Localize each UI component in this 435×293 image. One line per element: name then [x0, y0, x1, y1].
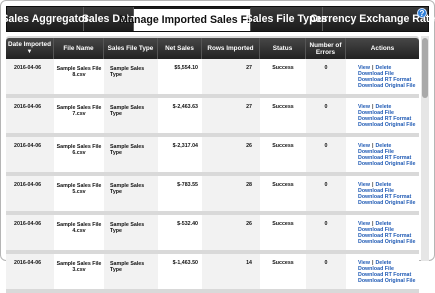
cell-actions: View | Delete Download File Download RT Fo… — [346, 254, 419, 293]
cell-file-name: Sample Sales File 5.csv — [54, 176, 104, 215]
cell-date-imported: 2016-04-06 — [6, 176, 54, 215]
download-original-file-link[interactable]: Download Original File — [358, 239, 418, 246]
tab-currency-exchange-rates[interactable]: Currency Exchange Rates — [310, 7, 435, 31]
table-header-row: Date Imported ▼ File Name Sales File Typ… — [6, 38, 419, 59]
cell-number-of-errors: 0 — [306, 176, 346, 215]
cell-actions: View | Delete Download File Download RT Fo… — [346, 59, 419, 98]
cell-number-of-errors: 0 — [306, 59, 346, 98]
cell-rows-imported: 28 — [202, 176, 260, 215]
cell-actions: View | Delete Download File Download RT Fo… — [346, 137, 419, 176]
cell-file-name: Sample Sales File 3.csv — [54, 254, 104, 293]
cell-sales-file-type: Sample Sales Type — [104, 254, 158, 293]
cell-net-sales: $-2,317.04 — [158, 137, 202, 176]
cell-file-name: Sample Sales File 8.csv — [54, 59, 104, 98]
cell-number-of-errors: 0 — [306, 215, 346, 254]
column-header-label: Date Imported — [8, 41, 51, 48]
column-header-file-name[interactable]: File Name — [54, 38, 104, 59]
vertical-scrollbar[interactable] — [421, 36, 429, 261]
sort-descending-icon[interactable]: ▼ — [27, 49, 33, 55]
cell-sales-file-type: Sample Sales Type — [104, 98, 158, 137]
cell-rows-imported: 14 — [202, 254, 260, 293]
download-original-file-link[interactable]: Download Original File — [358, 83, 418, 90]
table-row: 2016-04-06 Sample Sales File 8.csv Sampl… — [6, 59, 419, 98]
download-rt-format-link[interactable]: Download RT Format — [358, 272, 418, 279]
table-row: 2016-04-06 Sample Sales File 3.csv Sampl… — [6, 254, 419, 293]
cell-date-imported: 2016-04-06 — [6, 59, 54, 98]
cell-number-of-errors: 0 — [306, 137, 346, 176]
table-row: 2016-04-06 Sample Sales File 5.csv Sampl… — [6, 176, 419, 215]
cell-net-sales: $5,554.10 — [158, 59, 202, 98]
cell-sales-file-type: Sample Sales Type — [104, 176, 158, 215]
scrollbar-thumb[interactable] — [422, 38, 428, 98]
cell-status: Success — [260, 176, 306, 215]
cell-date-imported: 2016-04-06 — [6, 254, 54, 293]
tab-sales-aggregator[interactable]: Sales Aggregator — [1, 7, 89, 31]
imported-files-table: Date Imported ▼ File Name Sales File Typ… — [6, 38, 419, 293]
cell-actions: View | Delete Download File Download RT Fo… — [346, 215, 419, 254]
download-original-file-link[interactable]: Download Original File — [358, 122, 418, 129]
table-row: 2016-04-06 Sample Sales File 7.csv Sampl… — [6, 98, 419, 137]
column-header-status[interactable]: Status — [260, 38, 306, 59]
cell-date-imported: 2016-04-06 — [6, 215, 54, 254]
cell-net-sales: $-1,463.50 — [158, 254, 202, 293]
download-original-file-link[interactable]: Download Original File — [358, 278, 418, 285]
cell-sales-file-type: Sample Sales Type — [104, 59, 158, 98]
column-header-date-imported[interactable]: Date Imported ▼ — [6, 38, 54, 59]
download-original-file-link[interactable]: Download Original File — [358, 200, 418, 207]
cell-status: Success — [260, 59, 306, 98]
cell-rows-imported: 27 — [202, 98, 260, 137]
cell-net-sales: $-532.40 — [158, 215, 202, 254]
cell-number-of-errors: 0 — [306, 98, 346, 137]
tab-bar: Sales Aggregator Sales Data Manage Impor… — [1, 6, 435, 32]
cell-sales-file-type: Sample Sales Type — [104, 137, 158, 176]
cell-status: Success — [260, 254, 306, 293]
tab-manage-imported-sales-files[interactable]: Manage Imported Sales Files — [119, 7, 265, 31]
cell-sales-file-type: Sample Sales Type — [104, 215, 158, 254]
cell-net-sales: $-783.55 — [158, 176, 202, 215]
cell-status: Success — [260, 137, 306, 176]
cell-actions: View | Delete Download File Download RT Fo… — [346, 98, 419, 137]
column-header-actions: Actions — [346, 38, 419, 59]
cell-file-name: Sample Sales File 6.csv — [54, 137, 104, 176]
column-header-rows-imported[interactable]: Rows Imported — [202, 38, 260, 59]
download-original-file-link[interactable]: Download Original File — [358, 161, 418, 168]
cell-date-imported: 2016-04-06 — [6, 137, 54, 176]
table-row: 2016-04-06 Sample Sales File 6.csv Sampl… — [6, 137, 419, 176]
cell-number-of-errors: 0 — [306, 254, 346, 293]
cell-file-name: Sample Sales File 7.csv — [54, 98, 104, 137]
cell-status: Success — [260, 98, 306, 137]
table-row: 2016-04-06 Sample Sales File 4.csv Sampl… — [6, 215, 419, 254]
cell-file-name: Sample Sales File 4.csv — [54, 215, 104, 254]
cell-actions: View | Delete Download File Download RT Fo… — [346, 176, 419, 215]
cell-date-imported: 2016-04-06 — [6, 98, 54, 137]
cell-rows-imported: 27 — [202, 59, 260, 98]
cell-status: Success — [260, 215, 306, 254]
column-header-number-of-errors[interactable]: Number of Errors — [306, 38, 346, 59]
column-header-sales-file-type[interactable]: Sales File Type — [104, 38, 158, 59]
help-icon[interactable]: ? — [417, 8, 427, 18]
cell-net-sales: $-2,463.63 — [158, 98, 202, 137]
column-header-net-sales[interactable]: Net Sales — [158, 38, 202, 59]
cell-rows-imported: 26 — [202, 137, 260, 176]
cell-rows-imported: 26 — [202, 215, 260, 254]
